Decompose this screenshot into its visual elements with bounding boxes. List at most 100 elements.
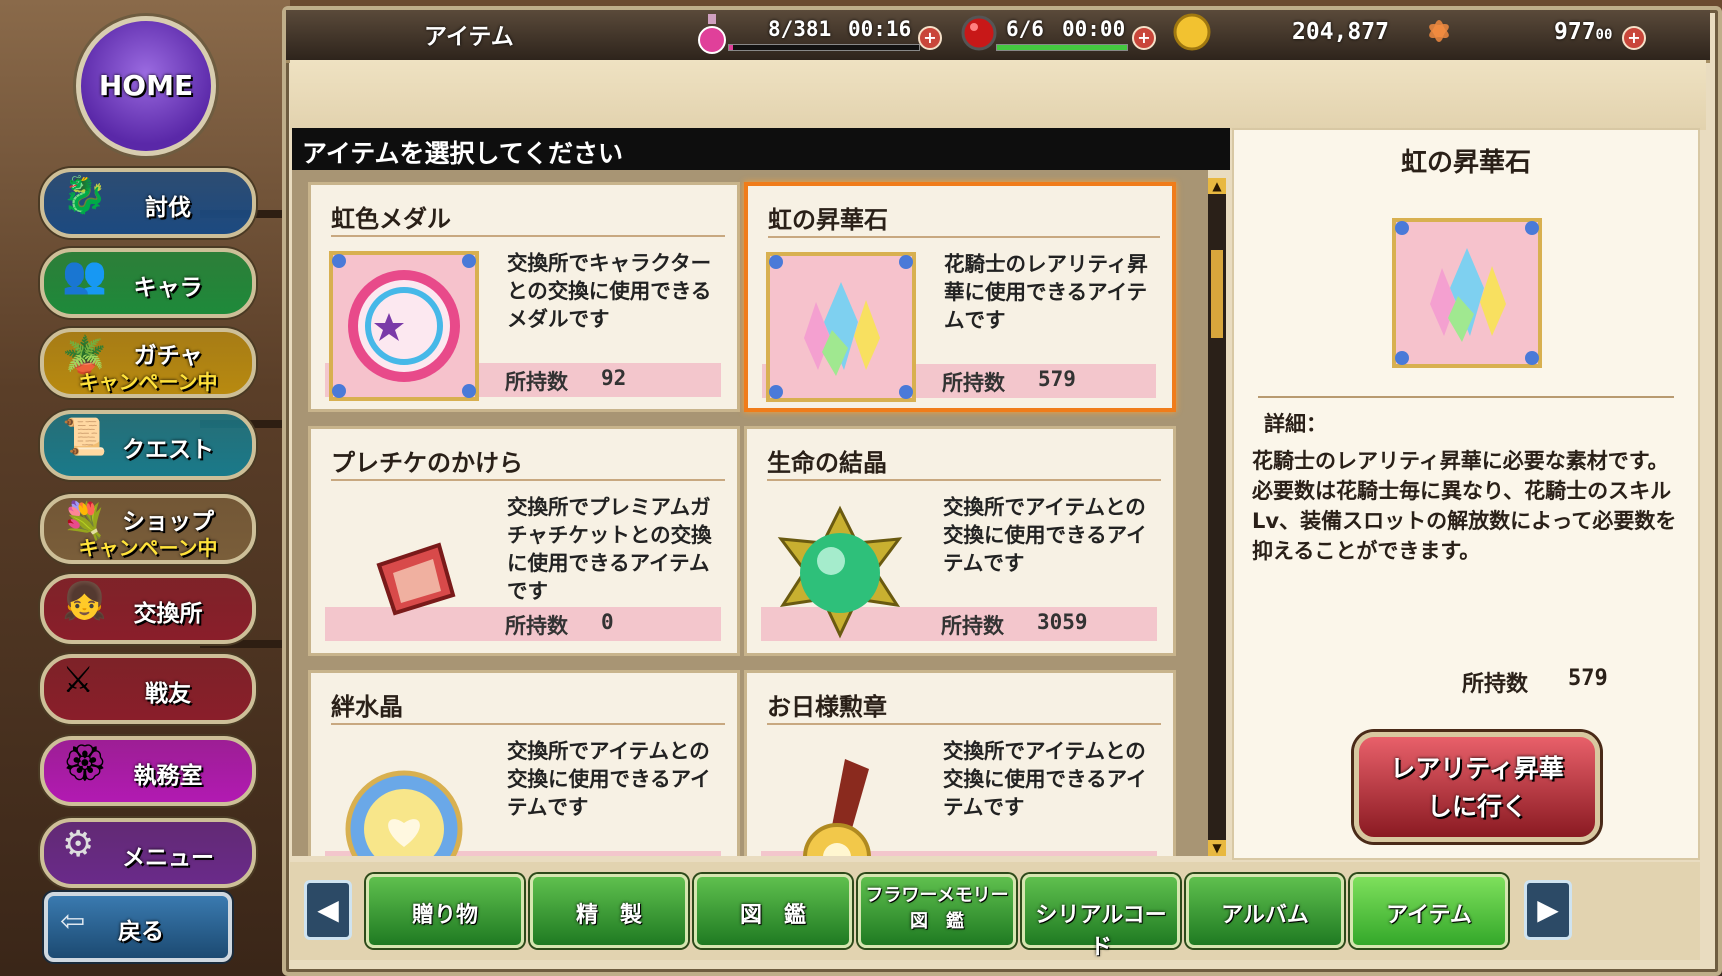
sidebar-button-exchange[interactable]: 👧 交換所 — [40, 574, 256, 644]
rarity-upgrade-button[interactable]: レアリティ昇華 しに行く — [1354, 732, 1600, 842]
tab-label: 精 製 — [575, 903, 642, 928]
tab-gift[interactable]: 贈り物 — [366, 874, 524, 948]
item-name: 生命の結晶 — [767, 449, 887, 477]
ticket-fragment-icon — [376, 542, 456, 616]
sidebar-button-label: クエスト — [122, 437, 214, 463]
item-count-label: 所持数 — [505, 614, 568, 638]
divider — [1258, 396, 1674, 398]
item-name: 虹色メダル — [331, 205, 451, 233]
divider — [331, 479, 725, 481]
item-card[interactable]: 虹色メダル 所持数 92 交換所でキャラクターとの交換に使用できるメダルです — [308, 182, 740, 412]
title-band — [290, 60, 1706, 130]
scroll-down-icon[interactable]: ▼ — [1208, 840, 1226, 856]
sidebar-button-gacha[interactable]: 🪴 ガチャ キャンペーン中 — [40, 328, 256, 398]
item-name: 虹の昇華石 — [768, 206, 888, 234]
item-description: 花騎士のレアリティ昇華に使用できるアイテムです — [944, 252, 1148, 332]
battle-add-button[interactable]: + — [1132, 26, 1156, 50]
sidebar-button-label: キャラ — [133, 275, 203, 301]
list-heading: アイテムを選択してください — [302, 139, 624, 168]
item-count-label: 所持数 — [505, 854, 568, 856]
tab-encyclopedia[interactable]: 図 鑑 — [694, 874, 852, 948]
sidebar-button-label: 執務室 — [133, 763, 203, 789]
tab-refine[interactable]: 精 製 — [530, 874, 688, 948]
item-count-label: 所持数 — [942, 371, 1005, 395]
item-list: 虹色メダル 所持数 92 交換所でキャラクターとの交換に使用できるメダルです 虹… — [292, 170, 1208, 856]
item-card-selected[interactable]: 虹の昇華石 所持数 579 花騎士のレアリティ昇華に使用できるアイテムです — [744, 182, 1176, 412]
campaign-label: キャンペーン中 — [78, 370, 218, 394]
sidebar-button-label: ショップ — [122, 509, 214, 535]
back-label: 戻る — [118, 919, 164, 945]
sidebar-button-label: ガチャ — [133, 343, 203, 369]
battle-gauge-fill — [997, 45, 1127, 50]
tab-label: アイテム — [1386, 903, 1472, 928]
divider — [331, 235, 725, 237]
item-count-label: 所持数 — [505, 370, 568, 394]
sidebar-button-friends[interactable]: ⚔ 戦友 — [40, 654, 256, 724]
life-crystal-icon — [777, 505, 903, 639]
scrollbar-thumb[interactable] — [1211, 250, 1223, 338]
item-card[interactable]: 生命の結晶 所持数 3059 交換所でアイテムとの交換に使用できるアイテムです — [744, 426, 1176, 656]
gold-value: 204,877 — [1292, 19, 1389, 45]
item-count: 579 — [1038, 367, 1076, 391]
item-card[interactable]: 絆水晶 所持数 交換所でアイテムとの交換に使用できるアイテムです — [308, 670, 740, 856]
sidebar-button-characters[interactable]: 👥 キャラ — [40, 248, 256, 318]
gems-add-button[interactable]: + — [1622, 26, 1646, 50]
sidebar-button-office[interactable]: 🏵 執務室 — [40, 736, 256, 806]
detail-count-label: 所持数 — [1462, 672, 1529, 697]
tab-items[interactable]: アイテム — [1350, 874, 1508, 948]
campaign-label: キャンペーン中 — [78, 536, 218, 560]
item-description: 交換所でアイテムとの交換に使用できるアイテムです — [943, 739, 1147, 819]
sidebar-button-quest[interactable]: 📜 クエスト — [40, 410, 256, 480]
tab-flower-memory-encyclopedia[interactable]: フラワーメモリー図 鑑 — [858, 874, 1016, 948]
sidebar-button-menu[interactable]: ⚙ メニュー — [40, 818, 256, 888]
item-count: 0 — [601, 610, 614, 634]
screen-title: アイテム — [424, 24, 514, 50]
item-description: 交換所でキャラクターとの交換に使用できるメダルです — [507, 251, 712, 331]
sidebar-button-label: 討伐 — [145, 195, 191, 221]
stamina-gauge — [728, 44, 920, 51]
item-card[interactable]: お日様勲章 所持数 交換所でアイテムとの交換に使用できるアイテムです — [744, 670, 1176, 856]
home-label: HOME — [98, 69, 194, 102]
tab-label: 図 鑑 — [739, 903, 806, 928]
detail-label: 詳細： — [1264, 412, 1327, 436]
back-button[interactable]: ⇦ 戻る — [44, 892, 232, 962]
sidebar-button-label: 戦友 — [145, 681, 191, 707]
stamina-add-button[interactable]: + — [918, 26, 942, 50]
detail-description: 花騎士のレアリティ昇華に必要な素材です。 必要数は花騎士毎に異なり、花騎士のスキ… — [1252, 449, 1677, 563]
gems-sub-value: 00 — [1595, 27, 1613, 43]
item-count-label: 所持数 — [941, 614, 1004, 638]
tab-label: 贈り物 — [411, 903, 478, 928]
scroll-up-icon[interactable]: ▲ — [1208, 178, 1226, 194]
stamina-value: 8/381 — [768, 17, 832, 41]
potion-icon — [698, 14, 726, 54]
sidebar-button-subjugation[interactable]: 🐉 討伐 — [40, 168, 256, 238]
tab-serial-code[interactable]: シリアルコード — [1022, 874, 1180, 960]
rainbow-medal-icon — [329, 251, 479, 401]
item-name: 絆水晶 — [331, 693, 403, 721]
item-description: 交換所でプレミアムガチャチケットとの交換に使用できるアイテムです — [507, 495, 712, 603]
gold-coin-icon — [1173, 13, 1211, 51]
home-button[interactable]: HOME — [76, 16, 216, 156]
rarity-upgrade-label-2: しに行く — [1426, 792, 1527, 821]
tab-label: フラワーメモリー図 鑑 — [861, 883, 1013, 935]
list-scrollbar[interactable]: ▲ ▼ — [1208, 178, 1226, 856]
tab-label: シリアルコード — [1035, 903, 1167, 960]
tab-label-line-2: 図 鑑 — [910, 911, 964, 932]
item-count-label: 所持数 — [941, 854, 1004, 856]
rainbow-crystal-icon — [766, 252, 916, 402]
battle-value: 6/6 — [1006, 17, 1044, 41]
back-arrow-icon: ⇦ — [60, 904, 86, 939]
item-name: お日様勲章 — [767, 693, 887, 721]
flower-gem-icon — [1429, 20, 1449, 42]
item-card[interactable]: プレチケのかけら 所持数 0 交換所でプレミアムガチャチケットとの交換に使用でき… — [308, 426, 740, 656]
tabs-next-arrow-icon[interactable]: ▶ — [1524, 880, 1572, 940]
gems-main-value: 977 — [1554, 19, 1596, 45]
sidebar-button-shop[interactable]: 💐 ショップ キャンペーン中 — [40, 494, 256, 564]
divider — [768, 236, 1160, 238]
bond-crystal-icon — [345, 770, 463, 856]
red-orb-icon — [961, 15, 997, 51]
tabs-prev-arrow-icon[interactable]: ◀ — [304, 880, 352, 940]
tab-album[interactable]: アルバム — [1186, 874, 1344, 948]
item-detail-panel: 虹の昇華石 詳細： 花騎士のレアリティ昇華に必要な素材です。 必要数は花騎士毎に… — [1232, 128, 1700, 860]
detail-count: 579 — [1568, 666, 1608, 691]
